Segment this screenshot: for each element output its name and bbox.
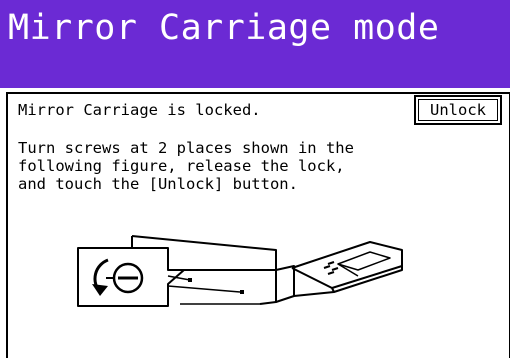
instructions-text: Turn screws at 2 places shown in the fol… <box>18 139 354 193</box>
instructions-line: following figure, release the lock, <box>18 157 345 175</box>
unlock-button[interactable]: Unlock <box>414 95 502 125</box>
instructions-line: and touch the [Unlock] button. <box>18 175 298 193</box>
mirror-carriage-screen: Mirror Carriage mode Mirror Carriage is … <box>0 0 510 358</box>
unlock-button-label: Unlock <box>418 99 498 121</box>
instructions-line: Turn screws at 2 places shown in the <box>18 139 354 157</box>
title-bar: Mirror Carriage mode <box>0 0 510 88</box>
screw-marker <box>240 290 244 294</box>
screen-title: Mirror Carriage mode <box>8 8 440 48</box>
unlock-figure <box>77 235 403 307</box>
lock-status-message: Mirror Carriage is locked. <box>18 101 261 119</box>
screw-rotate-icon <box>77 247 241 307</box>
